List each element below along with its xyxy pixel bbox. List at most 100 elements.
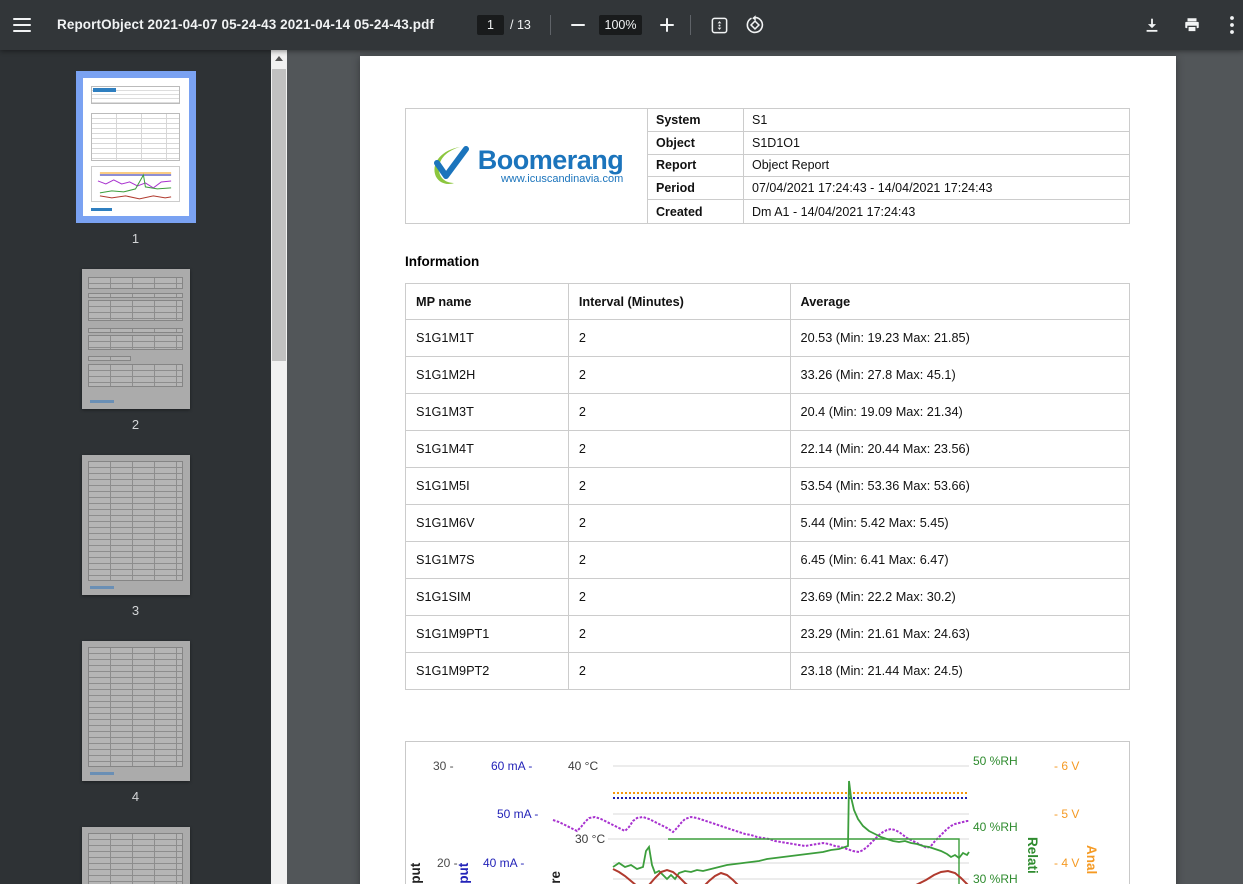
series-green-step — [668, 839, 959, 884]
zoom-level[interactable]: 100% — [599, 15, 642, 35]
report-meta-table: Boomerang www.icuscandinavia.com SystemS… — [405, 108, 1130, 224]
fit-page-icon — [710, 16, 729, 35]
table-row: S1G1M1T220.53 (Min: 19.23 Max: 21.85) — [406, 320, 1130, 357]
meta-label: System — [647, 109, 743, 132]
thumbnail-page-1[interactable] — [83, 78, 189, 216]
meta-value: 07/04/2021 17:24:43 - 14/04/2021 17:24:4… — [743, 177, 1129, 200]
table-row: S1G1M6V25.44 (Min: 5.42 Max: 5.45) — [406, 505, 1130, 542]
table-cell: 5.44 (Min: 5.42 Max: 5.45) — [790, 505, 1129, 542]
scrollbar-up-button[interactable] — [271, 50, 287, 67]
table-cell: 2 — [568, 616, 790, 653]
thumbnail-item-1: 1 — [76, 71, 196, 246]
table-cell: 23.18 (Min: 21.44 Max: 24.5) — [790, 653, 1129, 690]
mini-logo — [93, 88, 116, 92]
rotate-button[interactable] — [743, 13, 767, 37]
more-options-button[interactable] — [1220, 13, 1243, 37]
table-cell: 2 — [568, 431, 790, 468]
toolbar-divider — [550, 15, 551, 35]
toolbar-divider — [690, 15, 691, 35]
table-cell: S1G1M7S — [406, 542, 569, 579]
thumbnails-sidebar: 1 2 3 4 5 — [0, 50, 287, 884]
logo-url: www.icuscandinavia.com — [501, 173, 623, 185]
trend-chart-canvas: 30 -60 mA -40 °C50 %RH- 6 V50 mA -- 5 V4… — [406, 742, 1131, 884]
pdf-viewer-toolbar: ReportObject 2021-04-07 05-24-43 2021-04… — [0, 0, 1243, 50]
mini-table-block — [88, 833, 183, 884]
mini-table-block — [88, 293, 183, 299]
table-cell: 20.4 (Min: 19.09 Max: 21.34) — [790, 394, 1129, 431]
thumbnail-item-4: 4 — [82, 641, 190, 804]
mini-table-block — [88, 461, 183, 581]
zoom-out-button[interactable] — [566, 13, 590, 37]
document-area[interactable]: Boomerang www.icuscandinavia.com SystemS… — [287, 50, 1243, 884]
mini-table-block — [88, 328, 183, 334]
download-icon — [1143, 16, 1161, 34]
trend-chart: 30 -60 mA -40 °C50 %RH- 6 V50 mA -- 5 V4… — [405, 741, 1130, 884]
series-red-wave — [613, 869, 969, 884]
page-number-input[interactable]: 1 — [477, 15, 504, 35]
col-header-mp-name: MP name — [406, 284, 569, 320]
minus-icon — [571, 18, 585, 32]
table-cell: 2 — [568, 468, 790, 505]
table-cell: S1G1M9PT2 — [406, 653, 569, 690]
table-cell: 23.29 (Min: 21.61 Max: 24.63) — [790, 616, 1129, 653]
mini-table-block — [88, 335, 183, 350]
axis-tick-label: 50 mA - — [497, 807, 538, 821]
table-cell: 2 — [568, 320, 790, 357]
table-row: S1G1M2H233.26 (Min: 27.8 Max: 45.1) — [406, 357, 1130, 394]
meta-value: S1D1O1 — [743, 132, 1129, 155]
axis-title-label: Relati — [1025, 837, 1040, 874]
more-vert-icon — [1230, 16, 1234, 34]
col-header-interval: Interval (Minutes) — [568, 284, 790, 320]
pdf-page-1: Boomerang www.icuscandinavia.com SystemS… — [360, 56, 1176, 884]
download-button[interactable] — [1140, 13, 1164, 37]
table-cell: 20.53 (Min: 19.23 Max: 21.85) — [790, 320, 1129, 357]
table-cell: 6.45 (Min: 6.41 Max: 6.47) — [790, 542, 1129, 579]
meta-value: Dm A1 - 14/04/2021 17:24:43 — [743, 200, 1129, 223]
table-row: S1G1M3T220.4 (Min: 19.09 Max: 21.34) — [406, 394, 1130, 431]
thumbnail-page-2[interactable] — [82, 269, 190, 409]
table-cell: 2 — [568, 542, 790, 579]
thumbnail-page-5[interactable] — [82, 827, 190, 884]
mini-info-table — [91, 113, 180, 161]
thumbnail-page-4[interactable] — [82, 641, 190, 781]
print-button[interactable] — [1180, 13, 1204, 37]
axis-tick-label: 30 %RH — [973, 872, 1018, 884]
sidebar-scrollbar[interactable] — [271, 50, 287, 884]
thumbnail-page-3[interactable] — [82, 455, 190, 595]
thumbnail-page-number: 3 — [132, 603, 139, 618]
axis-tick-label: 20 - — [437, 856, 458, 870]
mini-footer-logo — [91, 208, 112, 211]
table-cell: 22.14 (Min: 20.44 Max: 23.56) — [790, 431, 1129, 468]
axis-tick-label: 30 - — [433, 759, 454, 773]
fit-page-button[interactable] — [707, 13, 731, 37]
meta-label: Created — [647, 200, 743, 223]
axis-tick-label: - 5 V — [1054, 807, 1079, 821]
mini-table-block — [88, 356, 131, 362]
logo-wordmark: Boomerang — [478, 147, 624, 173]
meta-value: S1 — [743, 109, 1129, 132]
table-cell: 2 — [568, 394, 790, 431]
axis-title-label: nput — [408, 862, 423, 884]
page-count-label: / 13 — [510, 18, 531, 32]
meta-value: Object Report — [743, 155, 1129, 178]
axis-tick-label: 40 mA - — [483, 856, 524, 870]
thumbnail-item-5: 5 — [82, 827, 190, 884]
meta-label: Object — [647, 132, 743, 155]
axis-tick-label: - 4 V — [1054, 856, 1079, 870]
table-row: S1G1M5I253.54 (Min: 53.36 Max: 53.66) — [406, 468, 1130, 505]
information-heading: Information — [405, 254, 479, 269]
scrollbar-thumb[interactable] — [272, 69, 286, 361]
information-table: MP name Interval (Minutes) Average S1G1M… — [405, 283, 1130, 690]
thumbnail-page-number: 4 — [132, 789, 139, 804]
table-cell: S1G1M1T — [406, 320, 569, 357]
hamburger-icon — [13, 18, 31, 32]
thumbnail-item-2: 2 — [82, 269, 190, 432]
zoom-in-button[interactable] — [655, 13, 679, 37]
rotate-icon — [745, 15, 765, 35]
axis-title-label: ure — [548, 871, 563, 884]
table-row: S1G1M4T222.14 (Min: 20.44 Max: 23.56) — [406, 431, 1130, 468]
table-cell: 23.69 (Min: 22.2 Max: 30.2) — [790, 579, 1129, 616]
table-row: S1G1M9PT2223.18 (Min: 21.44 Max: 24.5) — [406, 653, 1130, 690]
menu-button[interactable] — [10, 13, 34, 37]
mini-table-block — [88, 647, 183, 767]
